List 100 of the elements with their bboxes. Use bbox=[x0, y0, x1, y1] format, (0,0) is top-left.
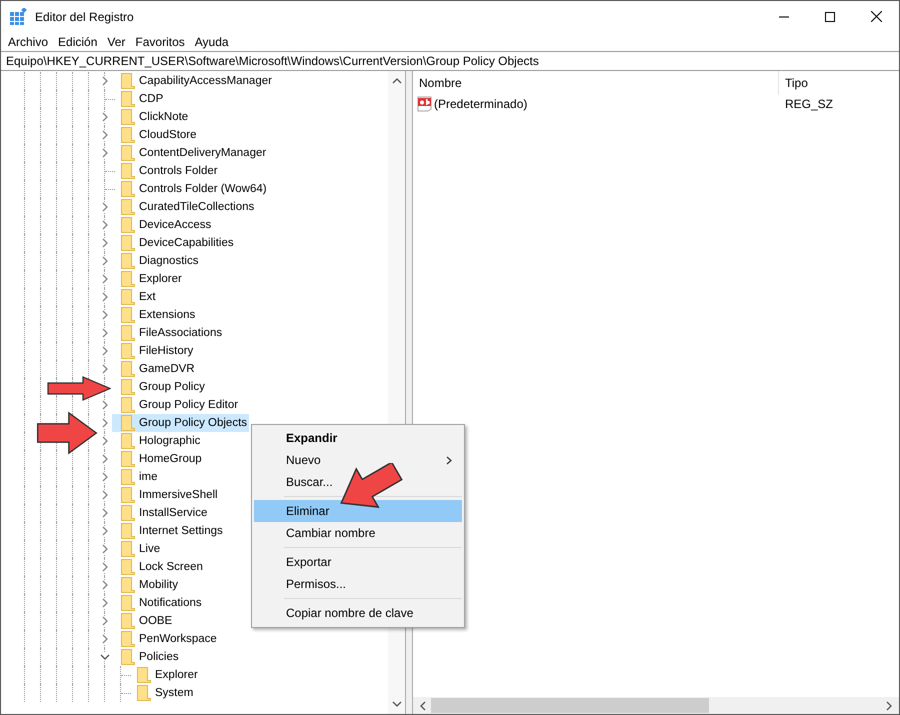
folder-icon bbox=[121, 73, 135, 89]
chevron-right-icon[interactable] bbox=[100, 310, 108, 320]
tree-item[interactable]: ime bbox=[112, 468, 160, 486]
chevron-right-icon[interactable] bbox=[100, 256, 108, 266]
chevron-right-icon[interactable] bbox=[100, 112, 108, 122]
chevron-right-icon[interactable] bbox=[100, 454, 108, 464]
scrollbar-thumb[interactable] bbox=[431, 698, 709, 713]
menu-item[interactable]: Ver bbox=[102, 34, 130, 48]
chevron-right-icon[interactable] bbox=[100, 328, 108, 338]
chevron-right-icon[interactable] bbox=[100, 598, 108, 608]
tree-item[interactable]: Holographic bbox=[112, 432, 202, 450]
chevron-right-icon[interactable] bbox=[100, 292, 108, 302]
chevron-right-icon[interactable] bbox=[100, 238, 108, 248]
tree-item[interactable]: FileHistory bbox=[112, 342, 196, 360]
tree-item[interactable]: Notifications bbox=[112, 594, 204, 612]
tree-item[interactable]: Policies bbox=[112, 648, 181, 666]
tree-item[interactable]: InstallService bbox=[112, 504, 210, 522]
address-bar[interactable]: Equipo\HKEY_CURRENT_USER\Software\Microsoft\Windows\CurrentVersion\Group Policy Objects bbox=[1, 51, 899, 71]
chevron-right-icon[interactable] bbox=[100, 544, 108, 554]
context-menu-item[interactable]: Nuevo bbox=[254, 449, 462, 471]
chevron-right-icon[interactable] bbox=[100, 472, 108, 482]
tree-item[interactable]: CapabilityAccessManager bbox=[112, 72, 274, 90]
horizontal-scrollbar[interactable] bbox=[413, 697, 899, 714]
chevron-right-icon[interactable] bbox=[100, 580, 108, 590]
chevron-right-icon[interactable] bbox=[100, 490, 108, 500]
menu-item[interactable]: Favoritos bbox=[130, 34, 190, 48]
tree-item[interactable]: Ext bbox=[112, 288, 158, 306]
tree-item[interactable]: CDP bbox=[112, 90, 166, 108]
folder-icon bbox=[121, 127, 135, 143]
tree-item[interactable]: Controls Folder (Wow64) bbox=[112, 180, 269, 198]
context-menu-item[interactable]: Buscar... bbox=[254, 471, 462, 493]
chevron-right-icon[interactable] bbox=[100, 274, 108, 284]
context-menu-item[interactable]: Permisos... bbox=[254, 573, 462, 595]
chevron-right-icon[interactable] bbox=[100, 436, 108, 446]
chevron-right-icon[interactable] bbox=[100, 418, 108, 428]
tree-item[interactable]: Group Policy Objects bbox=[112, 414, 250, 432]
context-menu-item[interactable]: Eliminar bbox=[254, 500, 462, 522]
tree-item[interactable]: ImmersiveShell bbox=[112, 486, 220, 504]
tree-item[interactable]: CuratedTileCollections bbox=[112, 198, 256, 216]
menu-item[interactable]: Archivo bbox=[3, 34, 54, 48]
folder-icon bbox=[121, 469, 135, 485]
registry-icon bbox=[9, 8, 27, 26]
window-title: Editor del Registro bbox=[35, 10, 134, 24]
tree-item[interactable]: FileAssociations bbox=[112, 324, 224, 342]
chevron-right-icon[interactable] bbox=[100, 616, 108, 626]
scroll-left-icon[interactable] bbox=[419, 700, 427, 710]
folder-icon bbox=[121, 613, 135, 629]
tree-item[interactable]: GameDVR bbox=[112, 360, 197, 378]
chevron-right-icon[interactable] bbox=[100, 508, 108, 518]
string-value-icon bbox=[417, 96, 433, 112]
context-menu-item[interactable]: Expandir bbox=[254, 427, 462, 449]
chevron-right-icon[interactable] bbox=[100, 364, 108, 374]
context-menu-item[interactable]: Copiar nombre de clave bbox=[254, 602, 462, 624]
tree-item[interactable]: Group Policy bbox=[112, 378, 207, 396]
tree-item[interactable]: Live bbox=[112, 540, 162, 558]
scroll-right-icon[interactable] bbox=[885, 700, 893, 710]
tree-item[interactable]: Internet Settings bbox=[112, 522, 225, 540]
chevron-right-icon[interactable] bbox=[100, 148, 108, 158]
scroll-down-icon[interactable] bbox=[392, 700, 402, 708]
folder-icon bbox=[121, 451, 135, 467]
tree-item[interactable]: Lock Screen bbox=[112, 558, 205, 576]
tree-item[interactable]: Diagnostics bbox=[112, 252, 200, 270]
context-menu-item[interactable]: Exportar bbox=[254, 551, 462, 573]
chevron-right-icon[interactable] bbox=[100, 220, 108, 230]
chevron-right-icon[interactable] bbox=[100, 130, 108, 140]
column-header[interactable]: Nombre bbox=[413, 71, 779, 95]
folder-icon bbox=[121, 595, 135, 611]
chevron-right-icon[interactable] bbox=[100, 634, 108, 644]
tree-item[interactable]: Mobility bbox=[112, 576, 180, 594]
chevron-down-icon[interactable] bbox=[100, 653, 110, 661]
tree-item[interactable]: System bbox=[128, 684, 196, 702]
tree-item[interactable]: DeviceAccess bbox=[112, 216, 214, 234]
menu-item[interactable]: Ayuda bbox=[190, 34, 234, 48]
chevron-right-icon[interactable] bbox=[100, 76, 108, 86]
tree-item[interactable]: HomeGroup bbox=[112, 450, 204, 468]
column-header[interactable]: Tipo bbox=[779, 76, 808, 90]
chevron-right-icon[interactable] bbox=[100, 346, 108, 356]
tree-item[interactable]: PenWorkspace bbox=[112, 630, 219, 648]
tree-item[interactable]: ContentDeliveryManager bbox=[112, 144, 268, 162]
tree-item[interactable]: Controls Folder bbox=[112, 162, 220, 180]
tree-item[interactable]: CloudStore bbox=[112, 126, 199, 144]
tree-item[interactable]: DeviceCapabilities bbox=[112, 234, 236, 252]
tree-item[interactable]: Explorer bbox=[112, 270, 184, 288]
folder-icon bbox=[121, 109, 135, 125]
chevron-right-icon[interactable] bbox=[100, 202, 108, 212]
folder-icon bbox=[121, 145, 135, 161]
chevron-right-icon[interactable] bbox=[100, 562, 108, 572]
scroll-up-icon[interactable] bbox=[392, 77, 402, 85]
tree-item[interactable]: Group Policy Editor bbox=[112, 396, 240, 414]
menu-item[interactable]: Edición bbox=[53, 34, 102, 48]
tree-item[interactable]: OOBE bbox=[112, 612, 174, 630]
folder-icon bbox=[137, 685, 151, 701]
chevron-right-icon[interactable] bbox=[100, 400, 108, 410]
chevron-right-icon[interactable] bbox=[100, 526, 108, 536]
tree-item[interactable]: Extensions bbox=[112, 306, 198, 324]
tree-item[interactable]: ClickNote bbox=[112, 108, 190, 126]
folder-icon bbox=[121, 343, 135, 359]
folder-icon bbox=[121, 181, 135, 197]
context-menu-item[interactable]: Cambiar nombre bbox=[254, 522, 462, 544]
tree-item[interactable]: Explorer bbox=[128, 666, 200, 684]
